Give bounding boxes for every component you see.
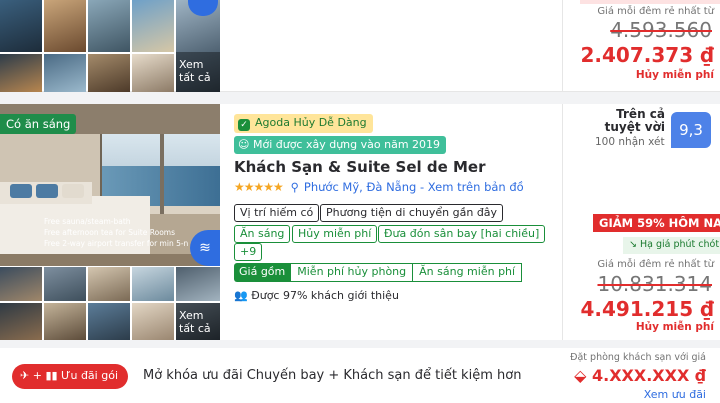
package-price-value: 4.XXX.XXX ₫ <box>591 366 706 385</box>
package-deal-bar: ✈ + ▮▮ Ưu đãi gói Mở khóa ưu đãi Chuyến … <box>0 340 720 403</box>
free-cancel-label: Hủy miễn phí <box>635 69 714 81</box>
hotel-icon: ▮▮ <box>45 369 58 382</box>
new-build-label: Mới được xây dựng vào năm 2019 <box>252 138 441 151</box>
thumbnail[interactable] <box>0 303 42 340</box>
thumbnail[interactable] <box>88 303 130 340</box>
thumbnail[interactable] <box>0 267 42 301</box>
users-icon: 👥 <box>234 289 252 302</box>
deal-label: Hạ giá phút chót! <box>639 239 720 250</box>
easy-cancel-label: Agoda Hủy Dễ Dàng <box>255 116 367 129</box>
includes-label: Giá gồm <box>234 263 291 282</box>
thumbnail[interactable] <box>176 267 220 301</box>
rating-label: Trên cả tuyệt vời <box>604 107 665 134</box>
includes-item: Ăn sáng miễn phí <box>413 263 523 282</box>
package-price: ⬙ 4.XXX.XXX ₫ <box>574 366 706 385</box>
price-panel[interactable]: Trên cả tuyệt vời 100 nhận xét 9,3 GIẢM … <box>562 104 720 340</box>
package-deal-label: Ưu đãi gói <box>61 369 118 382</box>
caption-line: Free afternoon tea for Suite Rooms <box>44 228 176 237</box>
thumbnail[interactable] <box>132 54 174 92</box>
hotel-name[interactable]: Khách Sạn & Suite Sel de Mer <box>234 158 486 176</box>
rating-location-row: ★★★★★ ⚲ Phước Mỹ, Đà Nẵng - Xem trên bản… <box>234 180 524 194</box>
hero-caption: Free sauna/steam-bath Free afternoon tea… <box>44 216 188 249</box>
thumbnail[interactable] <box>132 0 174 52</box>
thumbnail[interactable] <box>132 303 174 340</box>
caption-line: Free sauna/steam-bath <box>44 217 131 226</box>
hotel-card[interactable]: Có ăn sáng Free sauna/steam-bath Free af… <box>0 104 720 340</box>
discount-banner: GIẢM 59% HÔM NAY <box>593 214 720 232</box>
more-amenities[interactable]: +9 <box>234 243 263 261</box>
recommend-label: Được 97% khách giới thiệu <box>251 289 399 302</box>
feature-tag: Phương tiện di chuyển gần đây <box>320 204 504 222</box>
photo-grid[interactable]: Xem tất cả <box>0 0 220 92</box>
card-divider <box>0 92 720 104</box>
amenity-tag: Hủy miễn phí <box>292 225 378 243</box>
includes-item: Miễn phí hủy phòng <box>290 263 414 282</box>
smile-icon: ☺ <box>238 138 253 151</box>
original-price: 10.831.314 <box>597 272 712 296</box>
amenity-tag: Ăn sáng <box>234 225 291 243</box>
price-includes: Giá gồm Miễn phí hủy phòng Ăn sáng miễn … <box>234 263 523 282</box>
view-deal-link[interactable]: Xem ưu đãi <box>644 388 706 401</box>
package-deal-button[interactable]: ✈ + ▮▮ Ưu đãi gói <box>12 364 128 389</box>
hotel-card-previous[interactable]: Xem tất cả Giá mỗi đêm rẻ nhất từ 4.593.… <box>0 0 720 92</box>
shield-check-icon: ✓ <box>238 119 250 131</box>
discount-banner <box>580 0 720 4</box>
plane-icon: ✈ <box>20 369 30 382</box>
thumbnail[interactable] <box>44 54 86 92</box>
price-hint: Giá mỗi đêm rẻ nhất từ <box>597 6 714 17</box>
breakfast-tag: Có ăn sáng <box>0 114 77 134</box>
pool-icon[interactable]: ≋ <box>190 230 220 266</box>
thumbnail[interactable] <box>88 267 130 301</box>
price-panel[interactable]: Giá mỗi đêm rẻ nhất từ 4.593.560 2.407.3… <box>562 0 720 92</box>
package-price-hint: Đặt phòng khách sạn với giá <box>570 352 706 363</box>
arrow-down-icon: ↘ <box>629 239 640 250</box>
thumbnail[interactable] <box>0 54 42 92</box>
hero-photo[interactable]: Có ăn sáng Free sauna/steam-bath Free af… <box>0 104 220 266</box>
easy-cancel-badge: ✓ Agoda Hủy Dễ Dàng <box>234 114 373 133</box>
discounted-price: 2.407.373 ₫ <box>580 43 715 67</box>
recommend-row: 👥 Được 97% khách giới thiệu <box>234 289 399 302</box>
package-promo-text: Mở khóa ưu đãi Chuyến bay + Khách sạn để… <box>143 368 522 383</box>
rating-score[interactable]: 9,3 <box>671 112 711 148</box>
see-all-photos[interactable]: Xem tất cả <box>176 52 220 92</box>
see-all-photos[interactable]: Xem tất cả <box>176 303 220 340</box>
thumbnail[interactable] <box>44 267 86 301</box>
thumbnail[interactable] <box>88 54 130 92</box>
thumbnail[interactable] <box>44 0 86 52</box>
free-cancel-label: Hủy miễn phí <box>635 321 714 333</box>
discounted-price: 4.491.215 ₫ <box>580 297 715 321</box>
tag-icon: ⬙ <box>574 366 592 385</box>
original-price: 4.593.560 <box>610 18 712 42</box>
new-build-badge: ☺ Mới được xây dựng vào năm 2019 <box>234 136 447 154</box>
thumbnail[interactable] <box>44 303 86 340</box>
last-minute-deal: ↘ Hạ giá phút chót! <box>623 237 720 254</box>
thumbnail[interactable] <box>0 0 42 52</box>
thumbnail[interactable] <box>88 0 130 52</box>
location-link[interactable]: Phước Mỹ, Đà Nẵng - Xem trên bản đồ <box>304 180 524 194</box>
price-hint: Giá mỗi đêm rẻ nhất từ <box>597 259 714 270</box>
review-count[interactable]: 100 nhận xét <box>595 136 665 148</box>
thumbnail[interactable] <box>132 267 174 301</box>
caption-line: Free 2-way airport transfer for min 5-n <box>44 239 189 248</box>
map-pin-icon: ⚲ <box>290 180 300 194</box>
amenity-tag: Đưa đón sân bay [hai chiều] <box>378 225 546 243</box>
feature-tag: Vị trí hiếm có <box>234 204 320 222</box>
star-rating-icon: ★★★★★ <box>234 180 284 194</box>
